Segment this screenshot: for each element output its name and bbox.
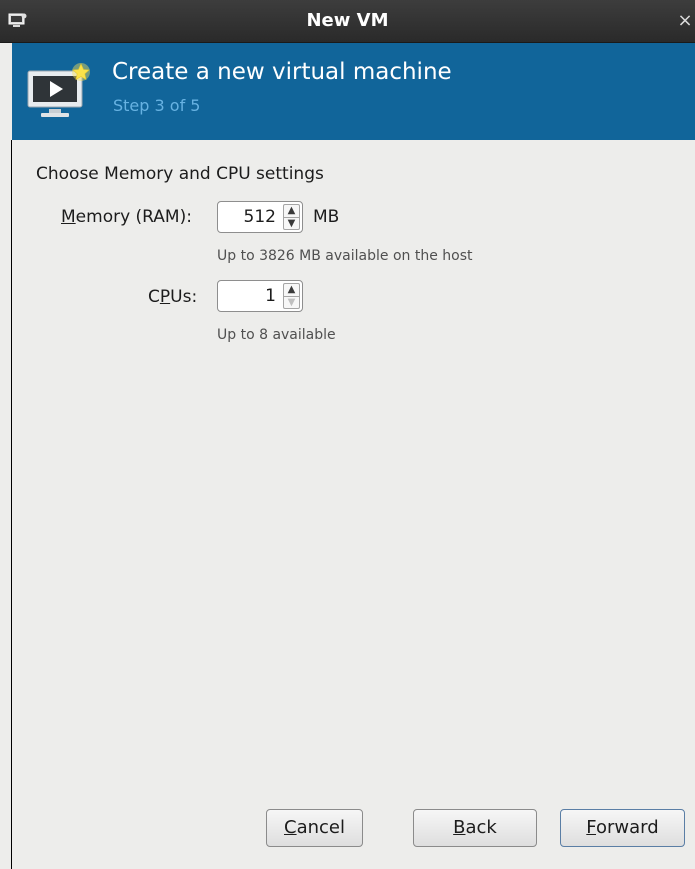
memory-label: Memory (RAM):	[61, 207, 192, 227]
memory-spin-buttons[interactable]: ▲ ▼	[283, 204, 300, 230]
wizard-title: Create a new virtual machine	[112, 59, 452, 85]
wizard-step-indicator: Step 3 of 5	[113, 96, 201, 115]
cpus-label-text: Us:	[170, 287, 198, 307]
cancel-button-text: ancel	[296, 817, 345, 838]
forward-button[interactable]: Forward	[560, 809, 685, 847]
memory-label-mnemonic: M	[61, 207, 76, 227]
virtual-machine-icon	[26, 61, 92, 125]
cpus-label: CPUs:	[148, 287, 197, 307]
cpus-increment-icon[interactable]: ▲	[284, 284, 299, 297]
memory-increment-icon[interactable]: ▲	[284, 205, 299, 218]
back-button-mnemonic: B	[453, 817, 466, 838]
window-left-border	[11, 140, 12, 869]
cpus-label-prefix: C	[148, 287, 160, 307]
cancel-button-mnemonic: C	[284, 817, 297, 838]
window-title: New VM	[306, 10, 389, 31]
section-heading: Choose Memory and CPU settings	[36, 164, 324, 184]
memory-value[interactable]: 512	[244, 207, 276, 227]
memory-unit: MB	[313, 207, 340, 227]
window-titlebar[interactable]: New VM ×	[0, 0, 695, 43]
cpus-spin-buttons[interactable]: ▲ ▼	[283, 283, 300, 309]
wizard-header-banner: Create a new virtual machine Step 3 of 5	[12, 43, 695, 140]
memory-spinbox[interactable]: 512 ▲ ▼	[217, 201, 303, 233]
cpus-spinbox[interactable]: 1 ▲ ▼	[217, 280, 303, 312]
memory-label-text: emory (RAM):	[75, 207, 192, 227]
cpus-hint: Up to 8 available	[217, 327, 336, 343]
back-button[interactable]: Back	[413, 809, 537, 847]
cpus-value[interactable]: 1	[265, 286, 276, 306]
back-button-text: ack	[465, 817, 497, 838]
cancel-button[interactable]: Cancel	[266, 809, 363, 847]
close-icon[interactable]: ×	[675, 0, 695, 42]
memory-decrement-icon[interactable]: ▼	[284, 218, 299, 230]
forward-button-text: orward	[596, 817, 659, 838]
cpus-decrement-icon: ▼	[287, 297, 296, 308]
cpus-label-mnemonic: P	[159, 287, 171, 307]
forward-button-mnemonic: F	[586, 817, 597, 838]
memory-hint: Up to 3826 MB available on the host	[217, 248, 473, 264]
